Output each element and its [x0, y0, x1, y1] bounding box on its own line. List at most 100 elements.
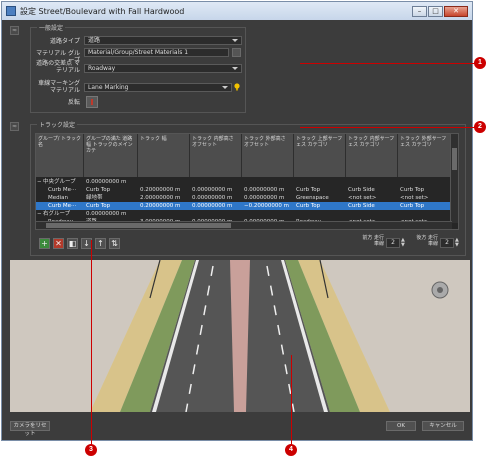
reverse-icon	[91, 99, 93, 105]
lane-marking-material-value: Lane Marking	[88, 84, 129, 91]
material-group-field[interactable]: Material/Group/Street Materials 1	[84, 48, 229, 57]
rear-lanes-spinner[interactable]: 2	[440, 238, 454, 248]
callout-3: 3	[85, 444, 97, 456]
callout-line-2	[300, 127, 476, 128]
move-up-button[interactable]: ↑	[95, 238, 106, 249]
track-cell: 0.00000000 m	[244, 187, 285, 193]
table-row[interactable]: Median 緑地帯 2.00000000 m 0.00000000 m 0.0…	[36, 194, 452, 202]
general-settings-label: 一般設定	[37, 23, 66, 32]
track-name: Curb Me···	[48, 187, 77, 193]
delete-track-button[interactable]: ✕	[53, 238, 64, 249]
callout-2: 2	[474, 121, 486, 133]
callout-line-3	[91, 240, 92, 445]
material-group-value: Material/Group/Street Materials 1	[88, 49, 189, 56]
track-cell: −0.20000000 m	[244, 203, 289, 209]
reverse-button[interactable]	[86, 96, 98, 108]
intersection-material-value: Roadway	[88, 65, 116, 72]
track-name: 右グループ	[43, 211, 71, 217]
track-name: Median	[48, 195, 69, 201]
scroll-thumb[interactable]	[46, 223, 231, 228]
grid-horizontal-scrollbar[interactable]	[36, 221, 452, 229]
maximize-button[interactable]: □	[428, 5, 443, 17]
ok-button[interactable]: OK	[386, 421, 416, 431]
road-type-value: 道路	[88, 37, 101, 44]
col-header-width[interactable]: トラック 幅	[138, 134, 190, 177]
track-cell: Curb Side	[348, 203, 375, 209]
track-cell: Curb Top	[86, 187, 111, 193]
track-cell: Curb Top	[296, 203, 321, 209]
mirror-button[interactable]: ⇅	[109, 238, 120, 249]
callout-4: 4	[285, 444, 297, 456]
collapse-general-icon[interactable]: ≈	[10, 26, 19, 35]
track-cell: 0.20000000 m	[140, 187, 181, 193]
lane-marking-material-dropdown[interactable]: Lane Marking	[84, 83, 232, 92]
track-cell: Curb Top	[400, 187, 425, 193]
track-cell: Curb Top	[296, 187, 321, 193]
duplicate-track-button[interactable]: ◧	[67, 238, 78, 249]
chevron-down-icon	[232, 39, 238, 42]
chevron-down-icon	[232, 67, 238, 70]
settings-window: 設定 Street/Boulevard with Fall Hardwood –…	[1, 1, 473, 441]
collapse-tracks-icon[interactable]: ≈	[10, 122, 19, 131]
track-cell: 0.00000000 m	[244, 195, 285, 201]
chevron-down-icon	[222, 86, 228, 89]
track-cell: 0.20000000 m	[140, 203, 181, 209]
intersection-material-dropdown[interactable]: Roadway	[84, 64, 242, 73]
rear-lanes-label: 後方 走行車線	[416, 235, 438, 247]
table-row-selected[interactable]: Curb Me··· Curb Top 0.20000000 m 0.00000…	[36, 202, 452, 210]
table-row[interactable]: Curb Me··· Curb Top 0.20000000 m 0.00000…	[36, 186, 452, 194]
track-cell: 0.00000000 m	[192, 187, 233, 193]
title-bar[interactable]: 設定 Street/Boulevard with Fall Hardwood –…	[2, 2, 472, 20]
track-name: Curb Me···	[48, 203, 77, 209]
track-cell: 0.00000000 m	[86, 211, 127, 217]
window-title: 設定 Street/Boulevard with Fall Hardwood	[20, 6, 185, 16]
track-cell: 緑地帯	[86, 195, 103, 201]
col-header-inner-height[interactable]: トラック 内部高さ オフセット	[190, 134, 242, 177]
app-icon	[6, 6, 16, 16]
callout-line-4	[291, 355, 292, 445]
track-name: 中央グループ	[43, 179, 76, 185]
scroll-thumb[interactable]	[452, 148, 457, 170]
track-cell: Curb Side	[348, 187, 375, 193]
front-lanes-spinner[interactable]: 2	[386, 238, 400, 248]
front-lanes-label: 前方 走行車線	[362, 235, 384, 247]
intersection-material-label: 道路の交差点 マテリアル	[36, 60, 80, 74]
track-cell: <not set>	[348, 195, 377, 201]
road-type-label: 道路タイプ	[49, 38, 80, 45]
track-cell: 2.00000000 m	[140, 195, 181, 201]
col-header-inner-surface[interactable]: トラック 内部サーフェス カテゴリ	[346, 134, 398, 177]
add-track-button[interactable]: +	[39, 238, 50, 249]
track-grid: グループ/ トラック名 グループの満た 道路幅 トラックのメイン カテ トラック…	[35, 133, 459, 230]
road-type-dropdown[interactable]: 道路	[84, 36, 242, 45]
col-header-name[interactable]: グループ/ トラック名	[36, 134, 84, 177]
col-header-top-surface[interactable]: トラック 上部サーフェス カテゴリ	[294, 134, 346, 177]
reset-camera-button[interactable]: カメラをリセット	[10, 421, 50, 437]
lightbulb-icon[interactable]	[234, 83, 240, 91]
col-header-outer-height[interactable]: トラック 外部高さ オフセット	[242, 134, 294, 177]
grid-vertical-scrollbar[interactable]	[450, 134, 458, 223]
col-header-category[interactable]: グループの満た 道路幅 トラックのメイン カテ	[84, 134, 138, 177]
rear-lanes-arrows-icon[interactable]: ▲ ▼	[455, 238, 461, 248]
col-header-outer-surface[interactable]: トラック 外部サーフェス カテゴリ	[398, 134, 452, 177]
lane-marking-material-label: 車線マーキング マテリアル	[38, 80, 80, 94]
table-row-group[interactable]: − 中央グループ 0.00000000 m	[36, 178, 452, 186]
front-lanes-arrows-icon[interactable]: ▲ ▼	[401, 238, 407, 248]
reverse-label: 反転	[67, 99, 80, 106]
close-button[interactable]: ✕	[444, 5, 468, 17]
track-cell: Curb Top	[86, 203, 111, 209]
cancel-button[interactable]: キャンセル	[422, 421, 464, 431]
road-preview-viewport[interactable]	[10, 260, 470, 412]
minimize-button[interactable]: –	[412, 5, 427, 17]
track-cell: 0.00000000 m	[192, 195, 233, 201]
track-cell: <not set>	[400, 195, 429, 201]
callout-line-1	[300, 63, 476, 64]
track-settings-label: トラック設定	[37, 120, 78, 129]
track-cell: Greenspace	[296, 195, 329, 201]
callout-1: 1	[474, 57, 486, 69]
road-preview-image	[10, 260, 470, 412]
track-cell: 0.00000000 m	[192, 203, 233, 209]
track-cell: 0.00000000 m	[86, 179, 127, 185]
table-row-group[interactable]: − 右グループ 0.00000000 m	[36, 210, 452, 218]
material-browse-button[interactable]	[232, 48, 241, 57]
track-cell: Curb Top	[400, 203, 425, 209]
